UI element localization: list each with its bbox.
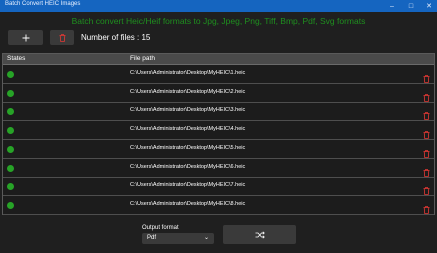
trash-icon [423, 187, 430, 196]
output-format-value: Pdf [147, 235, 157, 241]
chevron-down-icon: ⌄ [203, 235, 209, 241]
maximize-button[interactable]: □ [402, 0, 420, 12]
status-ok-icon [7, 145, 14, 153]
minimize-button[interactable]: – [383, 0, 401, 12]
add-files-button[interactable] [8, 30, 43, 45]
table-header: States File path [3, 54, 434, 65]
status-ok-icon [7, 183, 14, 191]
convert-button[interactable] [223, 225, 296, 244]
file-path: C:\Users\Administrator\Desktop\MyHEIC\5.… [130, 144, 246, 151]
trash-icon [423, 149, 430, 158]
trash-icon [423, 205, 430, 214]
file-table: States File path C:\Users\Administrator\… [2, 53, 435, 215]
status-ok-icon [7, 89, 14, 97]
trash-icon [423, 112, 430, 121]
delete-row-button[interactable] [423, 126, 430, 139]
table-row[interactable]: C:\Users\Administrator\Desktop\MyHEIC\8.… [3, 196, 434, 215]
status-ok-icon [7, 108, 14, 116]
delete-row-button[interactable] [423, 107, 430, 121]
plus-icon [22, 34, 29, 41]
table-row[interactable]: C:\Users\Administrator\Desktop\MyHEIC\3.… [3, 102, 434, 122]
shuffle-icon [255, 230, 265, 239]
status-ok-icon [7, 164, 14, 172]
file-path: C:\Users\Administrator\Desktop\MyHEIC\1.… [130, 70, 246, 76]
delete-row-button[interactable] [423, 201, 430, 214]
file-path: C:\Users\Administrator\Desktop\MyHEIC\8.… [130, 200, 246, 207]
output-format-select[interactable]: Pdf ⌄ [142, 233, 214, 244]
file-count: Number of files : 15 [81, 33, 151, 42]
file-path: C:\Users\Administrator\Desktop\MyHEIC\6.… [130, 163, 246, 170]
trash-icon [423, 168, 430, 177]
title-bar: Batch Convert HEIC Images – □ ✕ [0, 0, 437, 12]
maximize-icon: □ [408, 2, 414, 10]
path-column-header: File path [130, 55, 155, 62]
clear-list-button[interactable] [50, 30, 74, 45]
file-path: C:\Users\Administrator\Desktop\MyHEIC\3.… [130, 107, 246, 114]
table-row[interactable]: C:\Users\Administrator\Desktop\MyHEIC\6.… [3, 159, 434, 178]
table-row[interactable]: C:\Users\Administrator\Desktop\MyHEIC\2.… [3, 84, 434, 103]
file-path: C:\Users\Administrator\Desktop\MyHEIC\7.… [130, 182, 246, 189]
file-path: C:\Users\Administrator\Desktop\MyHEIC\2.… [130, 88, 246, 95]
status-column-header: States [7, 55, 26, 62]
delete-row-button[interactable] [423, 145, 430, 158]
close-icon: ✕ [426, 3, 432, 10]
status-ok-icon [7, 71, 14, 78]
table-row[interactable]: C:\Users\Administrator\Desktop\MyHEIC\1.… [3, 65, 434, 84]
file-path: C:\Users\Administrator\Desktop\MyHEIC\4.… [130, 126, 246, 133]
status-ok-icon [7, 201, 14, 209]
delete-row-button[interactable] [423, 164, 430, 177]
table-row[interactable]: C:\Users\Administrator\Desktop\MyHEIC\5.… [3, 140, 434, 159]
trash-icon [59, 33, 65, 42]
status-ok-icon [7, 127, 14, 135]
minimize-icon: – [390, 2, 394, 10]
page-heading: Batch convert Heic/Heif formats to Jpg, … [71, 16, 366, 26]
window-title: Batch Convert HEIC Images [5, 1, 81, 7]
trash-icon [423, 75, 430, 83]
delete-row-button[interactable] [423, 89, 430, 102]
delete-row-button[interactable] [423, 182, 430, 196]
trash-icon [423, 131, 430, 139]
output-format-label: Output format [142, 225, 179, 231]
table-row[interactable]: C:\Users\Administrator\Desktop\MyHEIC\7.… [3, 177, 434, 197]
trash-icon [423, 93, 430, 102]
table-row[interactable]: C:\Users\Administrator\Desktop\MyHEIC\4.… [3, 121, 434, 141]
delete-row-button[interactable] [423, 70, 430, 83]
close-button[interactable]: ✕ [420, 0, 437, 12]
